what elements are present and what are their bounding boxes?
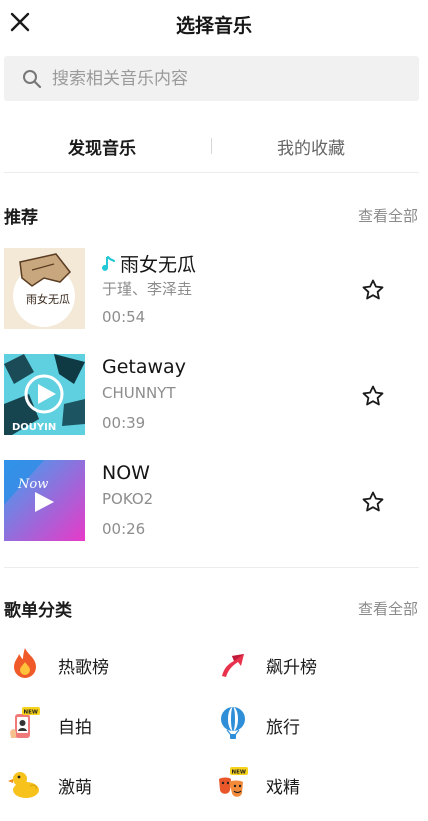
song-artist: 于瑾、李泽垚 [102, 280, 193, 298]
category-travel[interactable]: 旅行 [216, 706, 416, 746]
tab-divider [211, 138, 212, 154]
divider [4, 567, 419, 568]
category-label: 激萌 [58, 778, 92, 798]
category-label: 热歌榜 [58, 658, 109, 678]
category-cute[interactable]: 激萌 [8, 766, 208, 806]
song-cover[interactable]: Now [4, 460, 85, 541]
song-item[interactable]: 雨女无瓜 雨女无瓜 于瑾、李泽垚 00:54 [0, 248, 428, 332]
category-label: 旅行 [266, 718, 300, 738]
new-badge: NEW [232, 770, 246, 776]
song-duration: 00:54 [102, 308, 146, 326]
cover-text: Now [17, 477, 48, 492]
favorite-star-icon[interactable] [361, 490, 385, 514]
album-art-3: Now [4, 460, 85, 541]
tab-discover-music[interactable]: 发现音乐 [68, 134, 136, 159]
song-title: Getaway [102, 356, 186, 378]
song-item[interactable]: DOUYIN Getaway CHUNNYT 00:39 [0, 354, 428, 438]
music-note-icon [102, 255, 116, 271]
duck-icon [8, 772, 39, 798]
categories-title: 歌单分类 [4, 601, 72, 621]
tab-bar: 发现音乐 我的收藏 [0, 124, 428, 168]
page-title: 选择音乐 [175, 15, 252, 37]
album-art-2: DOUYIN [4, 354, 85, 435]
new-badge: NEW [24, 710, 38, 716]
category-label: 戏精 [266, 778, 300, 798]
song-cover[interactable]: DOUYIN [4, 354, 85, 435]
cover-text: DOUYIN [12, 422, 56, 433]
song-artist: POKO2 [102, 490, 154, 508]
selfie-phone-icon: NEW [10, 707, 40, 738]
divider [4, 172, 419, 173]
drama-masks-icon: NEW [219, 767, 248, 797]
flame-icon [14, 648, 36, 678]
category-label: 飙升榜 [266, 658, 317, 678]
category-selfie[interactable]: NEW 自拍 [8, 706, 208, 746]
song-item[interactable]: Now NOW POKO2 00:26 [0, 460, 428, 544]
search-input[interactable] [52, 56, 402, 101]
hot-air-balloon-icon [221, 707, 245, 739]
categories-see-all-link[interactable]: 查看全部 [358, 598, 418, 619]
category-label: 自拍 [58, 718, 92, 738]
tab-my-favorites[interactable]: 我的收藏 [277, 134, 345, 159]
song-artist: CHUNNYT [102, 384, 176, 402]
song-cover[interactable]: 雨女无瓜 [4, 248, 85, 329]
category-drama[interactable]: NEW 戏精 [216, 766, 416, 806]
song-title-text: 雨女无瓜 [120, 254, 197, 276]
trend-up-arrow-icon [222, 654, 244, 677]
cover-text: 雨女无瓜 [26, 292, 70, 306]
song-duration: 00:39 [102, 414, 146, 432]
song-duration: 00:26 [102, 520, 146, 538]
header: 选择音乐 [0, 0, 428, 48]
recommend-title: 推荐 [4, 208, 38, 228]
album-art-1: 雨女无瓜 [4, 248, 85, 329]
song-title: NOW [102, 462, 150, 484]
favorite-star-icon[interactable] [361, 384, 385, 408]
favorite-star-icon[interactable] [361, 278, 385, 302]
category-rising[interactable]: 飙升榜 [216, 646, 416, 686]
recommend-see-all-link[interactable]: 查看全部 [358, 205, 418, 226]
category-hot-songs[interactable]: 热歌榜 [8, 646, 208, 686]
search-bar[interactable] [4, 56, 419, 101]
search-icon [23, 70, 42, 89]
song-title: 雨女无瓜 [102, 250, 196, 277]
